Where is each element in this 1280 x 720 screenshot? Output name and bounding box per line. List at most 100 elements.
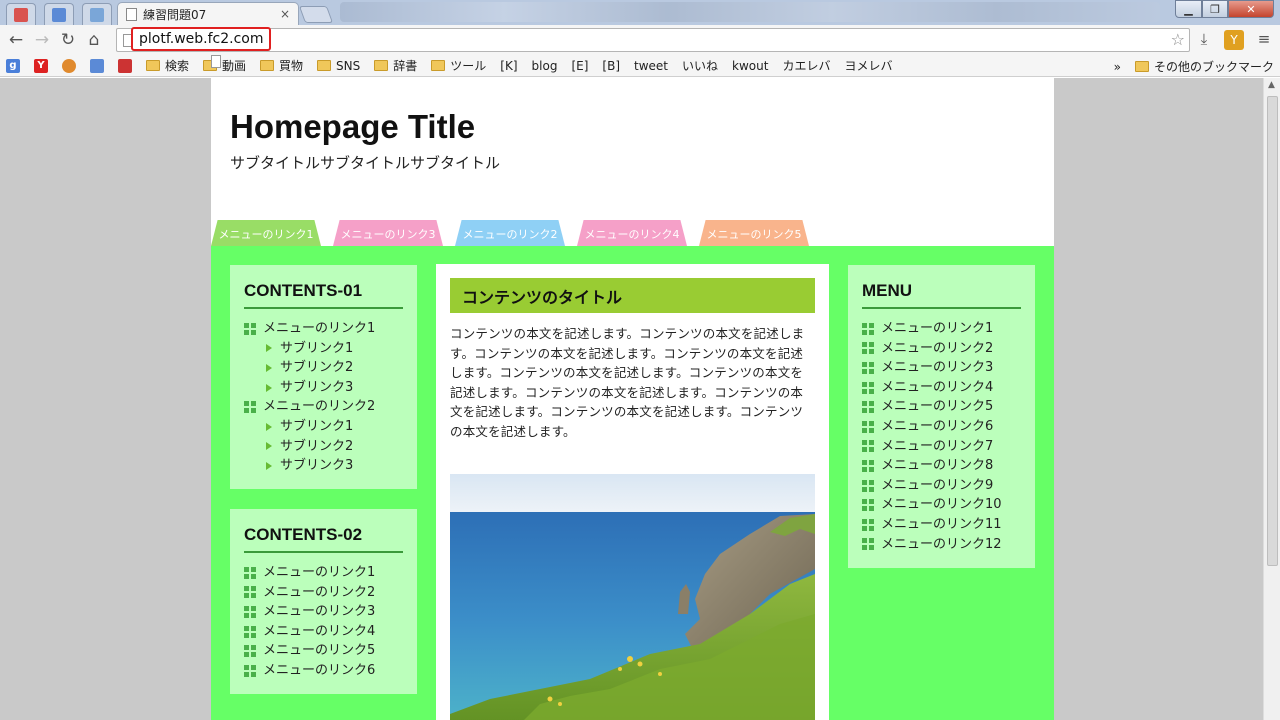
bookmark-page[interactable]: blog <box>211 55 557 73</box>
page-viewport: Homepage Title サブタイトルサブタイトルサブタイトル メニューのリ… <box>0 78 1280 720</box>
global-nav: メニューのリンク1 メニューのリンク3 メニューのリンク2 メニューのリンク4 … <box>211 220 821 246</box>
bookmark-label: 買物 <box>279 59 304 73</box>
list-item[interactable]: メニューのリンク4 <box>244 622 403 642</box>
pinned-tab-3[interactable] <box>82 3 112 25</box>
bookmark-google[interactable]: g <box>6 58 20 73</box>
bookmark-folder[interactable]: 動画 <box>203 57 246 74</box>
maximize-button[interactable]: ❐ <box>1202 0 1228 18</box>
link-label: サブリンク1 <box>280 418 354 434</box>
sub-list-item[interactable]: サブリンク3 <box>244 456 403 476</box>
nav-tab-1[interactable]: メニューのリンク1 <box>211 220 321 246</box>
close-window-button[interactable]: ✕ <box>1228 0 1274 18</box>
minimize-button[interactable]: ▁ <box>1175 0 1202 18</box>
bookmark-label: いいね <box>682 59 719 73</box>
link-label: メニューのリンク5 <box>881 399 994 415</box>
content-title: コンテンツのタイトル <box>450 278 815 313</box>
bookmark-folder[interactable]: ツール <box>431 57 486 74</box>
list-item[interactable]: メニューのリンク6 <box>862 417 1021 437</box>
grid-bullet-icon <box>862 401 874 414</box>
list-item[interactable]: メニューのリンク9 <box>862 476 1021 496</box>
extension-icon[interactable]: Y <box>1224 30 1244 50</box>
site-favicon <box>90 58 104 73</box>
bookmark-page[interactable]: kwout <box>211 55 769 73</box>
list-item[interactable]: メニューのリンク5 <box>244 641 403 661</box>
bookmark-page[interactable]: [E] <box>211 55 588 73</box>
pinned-tab-2[interactable] <box>44 3 74 25</box>
list-item[interactable]: メニューのリンク8 <box>862 456 1021 476</box>
back-arrow-icon[interactable]: ← <box>3 30 29 50</box>
bookmark-page[interactable]: いいね <box>211 55 719 74</box>
sub-list-item[interactable]: サブリンク2 <box>244 358 403 378</box>
scroll-up-arrow-icon[interactable]: ▲ <box>1268 80 1275 90</box>
list-item[interactable]: メニューのリンク10 <box>862 495 1021 515</box>
url-text[interactable]: plotf.web.fc2.com <box>131 27 272 51</box>
nav-tab-4[interactable]: メニューのリンク4 <box>577 220 687 246</box>
list-item[interactable]: メニューのリンク1 <box>862 319 1021 339</box>
bookmark-star-icon[interactable]: ☆ <box>1171 30 1185 49</box>
close-tab-icon[interactable]: × <box>280 7 290 21</box>
new-tab-button[interactable] <box>298 6 334 23</box>
list-item[interactable]: メニューのリンク1 <box>244 319 403 339</box>
bookmark-site-5[interactable] <box>118 58 132 73</box>
other-bookmarks-button[interactable]: その他のブックマーク <box>1134 58 1274 75</box>
sub-list-item[interactable]: サブリンク1 <box>244 339 403 359</box>
list-item[interactable]: メニューのリンク2 <box>244 583 403 603</box>
tab-strip: 練習問題07 × ▁ ❐ ✕ <box>0 0 1280 25</box>
link-label: メニューのリンク11 <box>881 516 1002 532</box>
bookmark-label: kwout <box>732 58 769 73</box>
grid-bullet-icon <box>862 499 874 512</box>
list-item[interactable]: メニューのリンク2 <box>244 397 403 417</box>
forward-arrow-icon[interactable]: → <box>29 30 55 50</box>
sub-list-item[interactable]: サブリンク2 <box>244 437 403 457</box>
menu-icon[interactable]: ≡ <box>1254 30 1274 50</box>
bookmark-folder[interactable]: 検索 <box>146 57 189 74</box>
pinned-tab-1[interactable] <box>6 3 36 25</box>
grid-bullet-icon <box>862 518 874 531</box>
bookmark-page[interactable]: [K] <box>211 55 518 73</box>
bookmark-page[interactable]: tweet <box>211 55 668 73</box>
bookmark-page[interactable]: [B] <box>211 55 620 73</box>
arrow-bullet-icon <box>266 422 272 431</box>
site-favicon <box>118 58 132 73</box>
list-item[interactable]: メニューのリンク5 <box>862 397 1021 417</box>
homepage-title: Homepage Title <box>230 108 476 145</box>
list-item[interactable]: メニューのリンク3 <box>862 358 1021 378</box>
bookmark-page[interactable]: カエレバ <box>211 55 830 74</box>
folder-icon <box>431 60 446 71</box>
list-item[interactable]: メニューのリンク2 <box>862 339 1021 359</box>
reload-icon[interactable]: ↻ <box>55 30 81 50</box>
nav-tab-3[interactable]: メニューのリンク2 <box>455 220 565 246</box>
list-item[interactable]: メニューのリンク11 <box>862 515 1021 535</box>
list-item[interactable]: メニューのリンク4 <box>862 378 1021 398</box>
bookmark-folder[interactable]: SNS <box>317 59 360 73</box>
sub-list-item[interactable]: サブリンク3 <box>244 378 403 398</box>
list-item[interactable]: メニューのリンク6 <box>244 661 403 681</box>
list-item[interactable]: メニューのリンク7 <box>862 437 1021 457</box>
scrollbar-thumb[interactable] <box>1267 96 1278 566</box>
home-icon[interactable]: ⌂ <box>81 30 107 50</box>
list-item[interactable]: メニューのリンク3 <box>244 602 403 622</box>
sub-list-item[interactable]: サブリンク1 <box>244 417 403 437</box>
active-tab[interactable]: 練習問題07 × <box>117 2 299 25</box>
menu-heading: MENU <box>862 281 1021 309</box>
grid-bullet-icon <box>862 538 874 551</box>
list-item[interactable]: メニューのリンク1 <box>244 563 403 583</box>
grid-bullet-icon <box>862 459 874 472</box>
bookmark-label: 動画 <box>222 59 247 73</box>
bookmark-folder[interactable]: 買物 <box>260 57 303 74</box>
list-item[interactable]: メニューのリンク12 <box>862 535 1021 555</box>
bookmark-site-3[interactable] <box>62 58 76 73</box>
bookmark-site-4[interactable] <box>90 58 104 73</box>
nav-tab-5[interactable]: メニューのリンク5 <box>699 220 809 246</box>
bookmarks-overflow-button[interactable]: » <box>1114 60 1121 74</box>
address-bar[interactable]: plotf.web.fc2.com ☆ <box>116 27 1190 52</box>
bookmark-label: [K] <box>500 58 518 73</box>
bookmark-yahoo[interactable]: Y <box>34 58 48 73</box>
vertical-scrollbar[interactable]: ▲ <box>1263 78 1280 720</box>
menu-box: MENU メニューのリンク1 メニューのリンク2 メニューのリンク3 メニューの… <box>848 265 1035 568</box>
bookmark-page[interactable]: ヨメレバ <box>211 55 892 74</box>
bookmark-folder[interactable]: 辞書 <box>374 57 417 74</box>
link-label: メニューのリンク10 <box>881 497 1002 513</box>
nav-tab-2[interactable]: メニューのリンク3 <box>333 220 443 246</box>
download-icon[interactable]: ⤓ <box>1194 30 1214 50</box>
